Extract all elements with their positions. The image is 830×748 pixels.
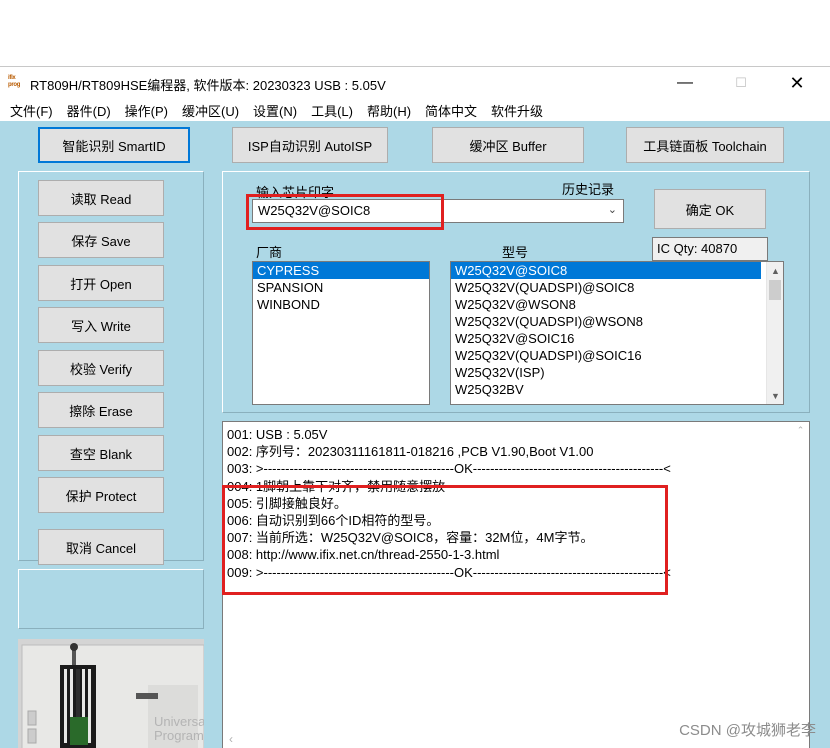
smartid-button[interactable]: 智能识别 SmartID <box>38 127 190 163</box>
autoisp-button[interactable]: ISP自动识别 AutoISP <box>232 127 388 163</box>
scroll-down-icon[interactable]: ▼ <box>767 387 783 404</box>
menu-language[interactable]: 简体中文 <box>425 101 477 120</box>
chip-input-value: W25Q32V@SOIC8 <box>258 203 371 218</box>
protect-button[interactable]: 保护 Protect <box>38 477 164 513</box>
log-line: 002: 序列号：20230311161811-018216 ,PCB V1.9… <box>227 444 594 460</box>
menu-help[interactable]: 帮助(H) <box>367 101 411 120</box>
vendor-label: 厂商 <box>256 245 283 260</box>
model-item[interactable]: W25Q32V@SOIC16 <box>451 330 783 347</box>
menu-buffer[interactable]: 缓冲区(U) <box>182 101 239 120</box>
model-item[interactable]: W25Q32V(QUADSPI)@SOIC8 <box>451 279 783 296</box>
read-button[interactable]: 读取 Read <box>38 180 164 216</box>
title-bar[interactable]: ifix prog RT809H/RT809HSE编程器, 软件版本: 2023… <box>0 67 830 99</box>
model-item[interactable]: W25Q32BV <box>451 381 783 398</box>
cancel-panel <box>18 569 204 629</box>
history-label: 历史记录 <box>562 182 615 197</box>
model-item[interactable]: W25Q32V(QUADSPI)@WSON8 <box>451 313 783 330</box>
log-line: 007: 当前所选：W25Q32V@SOIC8，容量：32M位，4M字节。 <box>227 530 594 546</box>
scrollbar-thumb[interactable] <box>769 280 781 300</box>
menu-settings[interactable]: 设置(N) <box>253 101 297 120</box>
close-button[interactable]: ✕ <box>774 67 820 99</box>
device-label: Universal Programmer <box>154 714 204 743</box>
model-item[interactable]: W25Q32V@SOIC8 <box>451 262 761 279</box>
log-output[interactable]: 001: USB : 5.05V 002: 序列号：20230311161811… <box>222 421 810 748</box>
log-line: 003: >----------------------------------… <box>227 461 671 477</box>
toolchain-button[interactable]: 工具链面板 Toolchain <box>626 127 784 163</box>
vendor-item-winbond[interactable]: WINBOND <box>253 296 429 313</box>
chip-input-combobox[interactable]: W25Q32V@SOIC8 ⌄ <box>252 199 624 223</box>
ic-qty-display: IC Qty: 40870 <box>652 237 768 261</box>
log-scrollbar[interactable]: ⌃ <box>792 422 809 748</box>
programmer-device-image: Universal Programmer <box>18 639 204 748</box>
menu-tools[interactable]: 工具(L) <box>311 101 353 120</box>
menu-upgrade[interactable]: 软件升级 <box>491 101 543 120</box>
app-icon: ifix prog <box>8 75 21 88</box>
main-client-area: 智能识别 SmartID ISP自动识别 AutoISP 缓冲区 Buffer … <box>0 121 830 748</box>
maximize-button[interactable]: ☐ <box>718 67 764 99</box>
log-line: 008: http://www.ifix.net.cn/thread-2550-… <box>227 547 500 563</box>
model-list[interactable]: W25Q32V@SOIC8 W25Q32V(QUADSPI)@SOIC8 W25… <box>450 261 784 405</box>
model-label: 型号 <box>502 245 529 260</box>
buffer-button[interactable]: 缓冲区 Buffer <box>432 127 584 163</box>
cancel-button[interactable]: 取消 Cancel <box>38 529 164 565</box>
watermark: CSDN @攻城狮老李 <box>679 722 816 739</box>
log-line: 009: >----------------------------------… <box>227 564 671 580</box>
log-scroll-up-icon[interactable]: ⌃ <box>792 422 809 439</box>
log-line: 001: USB : 5.05V <box>227 427 328 442</box>
scroll-up-icon[interactable]: ▲ <box>767 262 783 279</box>
blank-button[interactable]: 查空 Blank <box>38 435 164 471</box>
chevron-down-icon[interactable]: ⌄ <box>608 203 617 216</box>
erase-button[interactable]: 擦除 Erase <box>38 392 164 428</box>
write-button[interactable]: 写入 Write <box>38 307 164 343</box>
model-list-scrollbar[interactable]: ▲ ▼ <box>766 262 783 404</box>
vendor-item-spansion[interactable]: SPANSION <box>253 279 429 296</box>
open-button[interactable]: 打开 Open <box>38 265 164 301</box>
minimize-button[interactable]: — <box>662 67 708 99</box>
vendor-item-cypress[interactable]: CYPRESS <box>253 262 429 279</box>
window-title: RT809H/RT809HSE编程器, 软件版本: 20230323 USB :… <box>30 78 386 93</box>
vendor-list[interactable]: CYPRESS SPANSION WINBOND <box>252 261 430 405</box>
model-item[interactable]: W25Q32V(QUADSPI)@SOIC16 <box>451 347 783 364</box>
model-item[interactable]: W25Q32V(ISP) <box>451 364 783 381</box>
model-item[interactable]: W25Q32V@WSON8 <box>451 296 783 313</box>
app-window: ifix prog RT809H/RT809HSE编程器, 软件版本: 2023… <box>0 66 830 748</box>
log-line: 005: 引脚接触良好。 <box>227 495 347 511</box>
log-scroll-left-icon[interactable]: ‹ <box>229 732 233 746</box>
menu-device[interactable]: 器件(D) <box>67 101 111 120</box>
confirm-button[interactable]: 确定 OK <box>654 189 766 229</box>
menu-operation[interactable]: 操作(P) <box>125 101 168 120</box>
log-line: 004: 1脚朝上靠下对齐，禁用随意摆放 <box>227 478 446 494</box>
menu-bar: 文件(F) 器件(D) 操作(P) 缓冲区(U) 设置(N) 工具(L) 帮助(… <box>0 99 830 121</box>
log-line: 006: 自动识别到66个ID相符的型号。 <box>227 512 440 528</box>
verify-button[interactable]: 校验 Verify <box>38 350 164 386</box>
menu-file[interactable]: 文件(F) <box>10 101 53 120</box>
save-button[interactable]: 保存 Save <box>38 222 164 258</box>
